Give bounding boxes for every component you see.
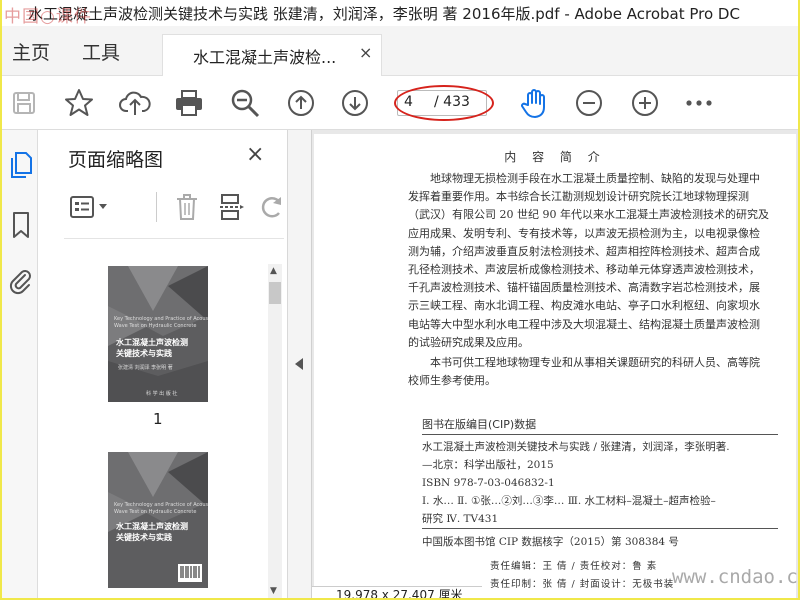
left-rail: [2, 130, 38, 598]
thumbnail-authors: 张建清 刘润泽 李张明 著: [118, 365, 173, 371]
tab-document[interactable]: 水工混凝土声波检... ×: [162, 34, 382, 76]
toolbar: 4 / 433: [2, 76, 798, 130]
summary-line: 千孔声波检测技术、锚杆锚固质量检测技术、高清数字岩芯检测技术，展: [408, 281, 760, 295]
summary-line: 示三峡工程、南水北调工程、构皮滩水电站、亭子口水利枢纽、向家坝水: [408, 299, 760, 313]
cip-rule-top: [422, 434, 778, 435]
thumbnail-panel: 页面缩略图 × Key Technology and Practice of A…: [38, 130, 288, 598]
panel-toolbar: [68, 188, 282, 228]
summary-line: 地球物理无损检测手段在水工混凝土质量控制、缺陷的发现与处理中: [430, 172, 760, 185]
status-bar: 19.978 x 27.407 厘米: [312, 586, 482, 598]
cip-block: 水工混凝土声波检测关键技术与实践 / 张建清，刘润泽，李张明著. —北京：科学出…: [422, 438, 782, 528]
zoom-out-icon[interactable]: [572, 86, 606, 120]
cip-line: 水工混凝土声波检测关键技术与实践 / 张建清，刘润泽，李张明著.: [422, 441, 730, 453]
page-size-readout: 19.978 x 27.407 厘米: [336, 588, 463, 598]
panel-divider: [64, 238, 284, 239]
bookmark-icon[interactable]: [8, 210, 34, 240]
thumbnail-english-title-2: Wave Test on Hydraulic Concrete: [114, 323, 197, 329]
scrollbar-track[interactable]: [268, 264, 282, 598]
tab-bar: 主页 工具 水工混凝土声波检... ×: [2, 26, 798, 76]
insert-page-icon[interactable]: [216, 192, 246, 222]
summary-line: 应用成果、发明专利、专有技术等，以声波无损检测为主，以电视录像检: [408, 226, 760, 240]
thumbnail-publisher: 科 学 出 版 社: [146, 391, 178, 397]
star-icon[interactable]: [62, 86, 96, 120]
page-thumbnails-icon[interactable]: [8, 150, 34, 180]
document-page: 内 容 简 介 地球物理无损检测手段在水工混凝土质量控制、缺陷的发现与处理中 发…: [314, 134, 796, 598]
summary-line: 电站等大中型水利水电工程中涉及大坝混凝土、结构混凝土质量声波检测: [408, 317, 760, 331]
thumbnail-scrollbar[interactable]: ▲ ▼: [268, 264, 282, 598]
thumbnail-title-line1: 水工混凝土声波检测: [116, 522, 188, 531]
cip-line: ISBN 978-7-03-046832-1: [422, 477, 555, 489]
summary-line: （武汉）有限公司 20 世纪 90 年代以来水工混凝土声波检测技术的研究及: [408, 208, 769, 222]
thumbnail-label-1: 1: [153, 410, 163, 428]
thumbnail-english-title: Key Technology and Practice of Acoustic: [114, 316, 208, 322]
summary-line: 测为辅，介绍声波垂直反射法检测技术、超声相控阵检测技术、超声合成: [408, 244, 760, 258]
summary-line: 孔径检测技术、声波层析成像检测技术、移动单元体穿透声波检测技术，: [408, 263, 760, 277]
document-view[interactable]: 内 容 简 介 地球物理无损检测手段在水工混凝土质量控制、缺陷的发现与处理中 发…: [312, 130, 798, 598]
thumbnail-english-title: Key Technology and Practice of Acoustic: [114, 502, 208, 508]
cip-line: 研究 Ⅳ. TV431: [422, 513, 499, 525]
cip-line: —北京：科学出版社，2015: [422, 459, 554, 471]
audience-paragraph: 本书可供工程地球物理专业和从事相关课题研究的科研人员、高等院 校师生参考使用。: [408, 354, 778, 390]
page-down-icon[interactable]: [338, 86, 372, 120]
credits-line-1: 责任编辑：王 倩 / 责任校对：鲁 素: [490, 561, 658, 572]
scroll-up-arrow[interactable]: ▲: [270, 266, 277, 276]
more-icon[interactable]: [682, 86, 716, 120]
scrollbar-thumb[interactable]: [269, 282, 281, 304]
doc-heading: 内 容 简 介: [504, 150, 606, 164]
summary-paragraph: 地球物理无损检测手段在水工混凝土质量控制、缺陷的发现与处理中 发挥着重要作用。本…: [408, 170, 778, 352]
hand-icon[interactable]: [518, 86, 552, 120]
thumbnail-title-line2: 关键技术与实践: [116, 533, 172, 542]
title-bar: 水工混凝土声波检测关键技术与实践 张建清，刘润泽，李张明 著 2016年版.pd…: [2, 0, 798, 27]
zoom-in-icon[interactable]: [628, 86, 662, 120]
cip-number: 中国版本图书馆 CIP 数据核字（2015）第 308384 号: [422, 536, 679, 548]
panel-title: 页面缩略图: [68, 149, 164, 171]
window-title: 水工混凝土声波检测关键技术与实践 张建清，刘润泽，李张明 著 2016年版.pd…: [28, 5, 740, 23]
tab-close-icon[interactable]: ×: [359, 43, 372, 62]
acrobat-window: 水工混凝土声波检测关键技术与实践 张建清，刘润泽，李张明 著 2016年版.pd…: [2, 0, 798, 598]
tab-document-label: 水工混凝土声波检...: [193, 48, 337, 67]
thumbnail-page-2[interactable]: Key Technology and Practice of Acoustic …: [108, 452, 208, 588]
credits-line-2: 责任印制：张 倩 / 封面设计：无极书装: [490, 579, 675, 590]
cip-rule-bottom: [422, 528, 778, 529]
toolbar-separator: [156, 192, 157, 222]
thumbnail-options-icon[interactable]: [68, 192, 114, 222]
scroll-down-arrow[interactable]: ▼: [270, 586, 277, 596]
thumbnail-page-1[interactable]: Key Technology and Practice of Acoustic …: [108, 266, 208, 402]
tab-tools[interactable]: 工具: [82, 38, 120, 65]
rotate-page-icon[interactable]: [258, 192, 286, 222]
highlight-ellipse: [394, 85, 494, 121]
site-watermark: www.cndao.com: [672, 566, 798, 588]
thumbnail-english-title-2: Wave Test on Hydraulic Concrete: [114, 509, 197, 515]
cloud-upload-icon[interactable]: [118, 86, 152, 120]
audience-line: 校师生参考使用。: [408, 374, 496, 388]
audience-line: 本书可供工程地球物理专业和从事相关课题研究的科研人员、高等院: [430, 356, 760, 369]
panel-splitter[interactable]: [288, 130, 312, 598]
zoom-search-icon[interactable]: [228, 86, 262, 120]
save-icon[interactable]: [7, 86, 41, 120]
panel-close-icon[interactable]: ×: [246, 142, 264, 167]
tab-home[interactable]: 主页: [12, 38, 50, 65]
page-up-icon[interactable]: [284, 86, 318, 120]
attachment-icon[interactable]: [8, 266, 34, 296]
summary-line: 发挥着重要作用。本书综合长江勘测规划设计研究院长江地球物理探测: [408, 190, 749, 204]
thumbnail-title-line1: 水工混凝土声波检测: [116, 338, 188, 347]
summary-line: 的试验研究成果及应用。: [408, 335, 529, 349]
print-icon[interactable]: [172, 86, 206, 120]
cip-line: Ⅰ. 水… Ⅱ. ①张…②刘…③李… Ⅲ. 水工材料–混凝土–超声检验–: [422, 495, 716, 507]
delete-page-icon[interactable]: [172, 192, 202, 222]
watermark-logo: 中国○课件: [4, 7, 92, 27]
thumbnail-title-line2: 关键技术与实践: [116, 349, 172, 358]
collapse-arrow-icon[interactable]: [295, 358, 303, 370]
cip-title: 图书在版编目(CIP)数据: [422, 418, 537, 431]
